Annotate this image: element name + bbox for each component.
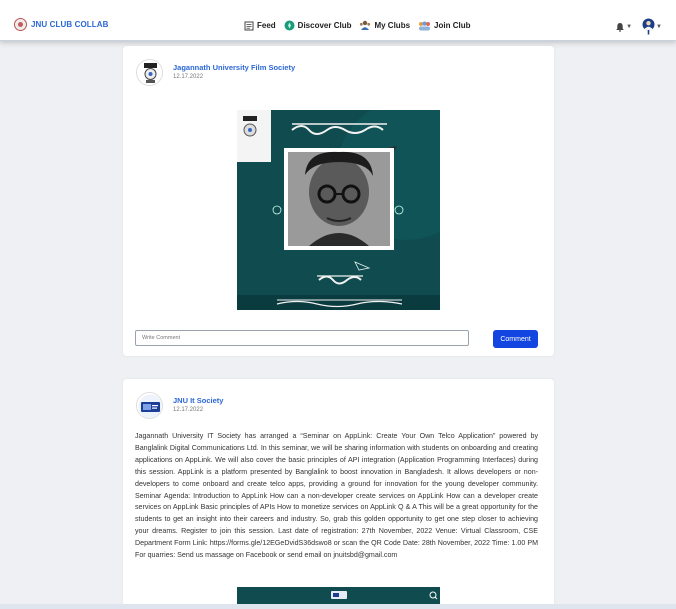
brand[interactable]: JNU CLUB COLLAB [14,18,109,31]
top-navbar: JNU CLUB COLLAB Feed Discover Club My Cl… [0,0,676,41]
nav-label-my-clubs: My Clubs [374,21,411,30]
discover-icon [284,20,295,31]
post-card: JNU It Society 12.17.2022 Jagannath Univ… [123,379,554,609]
nav-label-join-club: Join Club [434,21,471,30]
post-image[interactable] [237,110,440,310]
post-author[interactable]: Jagannath University Film Society [173,63,295,72]
comment-button[interactable]: Comment [493,330,538,348]
my-clubs-icon [360,20,371,30]
club-avatar[interactable] [136,392,163,419]
user-menu-button[interactable]: ▼ [642,18,662,35]
it-society-logo-icon [137,393,162,418]
nav-label-feed: Feed [257,21,276,30]
post-body-text: Jagannath University IT Society has arra… [135,432,538,560]
main-nav: Feed Discover Club My Clubs Join Club [244,20,478,31]
bottom-edge [0,604,676,609]
poster-image [237,110,440,310]
brand-logo-icon [14,18,27,31]
nav-label-discover-club: Discover Club [297,21,352,30]
user-avatar-icon [642,18,655,35]
post-date: 12.17.2022 [173,74,204,80]
post-author[interactable]: JNU It Society [173,396,223,405]
notifications-button[interactable]: ▼ [615,22,632,32]
brand-title: JNU CLUB COLLAB [31,20,109,29]
nav-item-feed[interactable]: Feed [244,21,276,31]
feed-icon [244,21,254,30]
film-society-logo-icon [137,60,162,85]
comment-input[interactable] [135,330,469,346]
nav-item-join-club[interactable]: Join Club [418,21,470,31]
nav-item-discover-club[interactable]: Discover Club [284,20,352,31]
join-club-icon [419,21,431,30]
chevron-down-icon: ▼ [626,23,633,30]
post-card: Jagannath University Film Society 12.17.… [123,46,554,356]
nav-item-my-clubs[interactable]: My Clubs [359,20,410,31]
bell-icon [616,22,624,32]
club-avatar[interactable] [136,59,163,86]
post-date: 12.17.2022 [173,407,204,413]
nav-right: ▼ ▼ [615,18,662,35]
chevron-down-icon: ▼ [656,23,662,30]
